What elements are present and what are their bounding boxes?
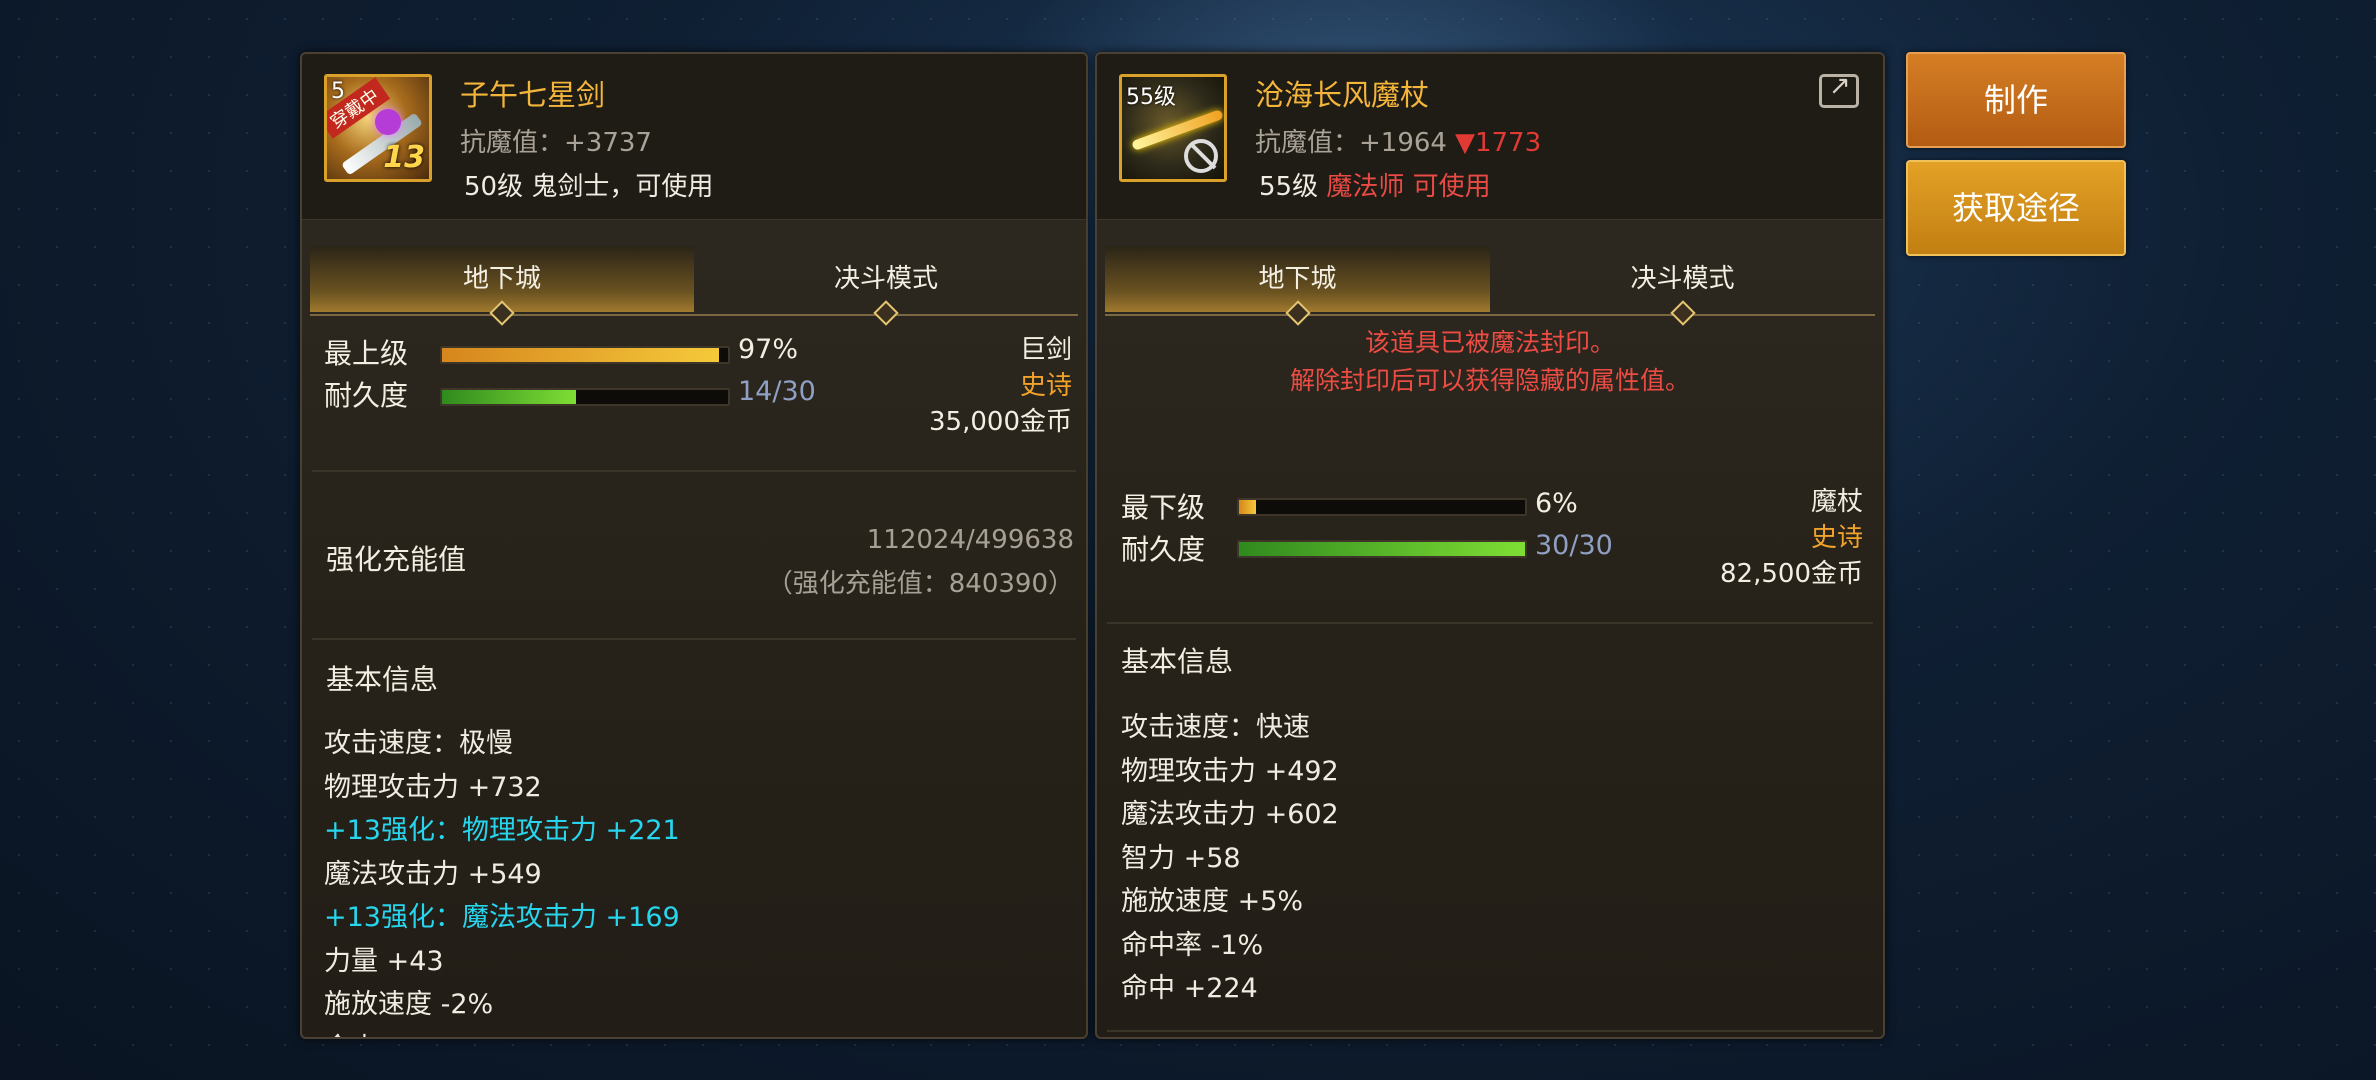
stat-line-enhance: +13强化：物理攻击力 +221 — [324, 815, 680, 846]
grade-bar-fill — [442, 348, 720, 362]
divider — [1107, 1030, 1873, 1032]
stat-line: 魔法攻击力 +602 — [1121, 799, 1339, 830]
item-type: 巨剑 — [1019, 335, 1072, 365]
basic-info-title: 基本信息 — [1121, 645, 1234, 678]
grade-label: 最下级 — [1121, 491, 1206, 524]
grade-bar — [440, 346, 730, 364]
divider — [312, 638, 1076, 640]
stat-line: 智力 +58 — [1121, 842, 1241, 874]
item-requirement: 50级 鬼剑士，可使用 — [464, 172, 714, 202]
stat-line-enhance: +13强化：魔法攻击力 +169 — [324, 902, 680, 933]
tab-marker-icon — [1284, 300, 1311, 326]
stat-list: 攻击速度：极慢 物理攻击力 +732 +13强化：物理攻击力 +221 魔法攻击… — [324, 722, 680, 1038]
tab-duel[interactable]: 决斗模式 — [1490, 246, 1875, 326]
icon-level-text: 55级 — [1126, 85, 1176, 110]
tab-duel[interactable]: 决斗模式 — [694, 246, 1078, 326]
durability-bar — [440, 388, 730, 406]
item-price: 35,000金币 — [929, 407, 1072, 437]
item-rarity: 史诗 — [1810, 523, 1863, 553]
mode-tabs: 地下城 决斗模式 — [310, 246, 1078, 326]
grade-value: 6% — [1535, 488, 1578, 519]
share-icon[interactable] — [1819, 71, 1859, 108]
tab-dungeon-label: 地下城 — [1258, 264, 1337, 294]
tab-dungeon[interactable]: 地下城 — [310, 246, 694, 326]
seal-line-1: 该道具已被魔法封印。 — [1364, 328, 1615, 357]
sealed-icon — [1184, 139, 1218, 173]
stat-line: 施放速度 -2% — [324, 989, 494, 1020]
stat-line: 魔法攻击力 +549 — [324, 858, 542, 890]
durability-bar-fill — [1239, 542, 1525, 556]
sword-icon[interactable]: 5 穿戴中 13 — [324, 74, 432, 182]
grade-bar-fill — [1239, 500, 1257, 514]
stat-line: 施放速度 +5% — [1121, 886, 1304, 917]
seal-line-2: 解除封印后可以获得隐藏的属性值。 — [1289, 366, 1690, 395]
requirement-level: 55级 — [1259, 172, 1319, 202]
item-rarity: 史诗 — [1019, 371, 1072, 401]
tab-dungeon[interactable]: 地下城 — [1105, 246, 1490, 326]
grade-label: 最上级 — [324, 337, 409, 370]
stat-line: 命中 +224 — [1121, 973, 1258, 1004]
tab-marker-icon — [1669, 300, 1696, 326]
tab-dungeon-label: 地下城 — [462, 264, 541, 294]
divider — [1107, 622, 1873, 624]
tab-marker-icon — [873, 300, 899, 326]
item-name: 沧海长风魔杖 — [1255, 78, 1430, 112]
stat-line: 力量 +43 — [324, 945, 444, 977]
durability-bar — [1237, 540, 1527, 558]
enhance-progress: 112024/499638 — [866, 525, 1074, 555]
item-type: 魔杖 — [1810, 487, 1863, 517]
seal-message: 该道具已被魔法封印。 解除封印后可以获得隐藏的属性值。 — [1097, 324, 1883, 400]
stat-line: 命中 +214 — [324, 1027, 680, 1038]
enhance-values: 112024/499638 （强化充能值：840390） — [767, 518, 1074, 606]
magic-resist: 抗魔值：+1964 ▼1773 — [1255, 122, 1541, 159]
enhance-label: 强化充能值 — [326, 543, 467, 576]
grade-bar — [1237, 498, 1527, 516]
stat-line: 攻击速度：极慢 — [324, 728, 513, 759]
equipped-item-panel: 5 穿戴中 13 子午七星剑 抗魔值：+3737 50级 鬼剑士，可使用 地下城… — [300, 52, 1088, 1039]
item-price: 82,500金币 — [1720, 559, 1863, 589]
durability-value: 30/30 — [1535, 530, 1613, 561]
item-requirement: 55级 魔法师 可使用 — [1259, 166, 1491, 203]
magic-resist: 抗魔值：+3737 — [460, 128, 652, 158]
stat-line: 物理攻击力 +492 — [1121, 755, 1339, 787]
durability-label: 耐久度 — [324, 379, 409, 412]
requirement-class: 魔法师 可使用 — [1326, 172, 1491, 202]
staff-icon[interactable]: 55级 — [1119, 74, 1227, 182]
durability-bar-fill — [442, 390, 577, 404]
gem-graphic — [375, 109, 401, 135]
tab-duel-label: 决斗模式 — [833, 264, 938, 294]
item-meta: 魔杖 史诗 82,500金币 — [1720, 484, 1863, 592]
enhance-level-badge: 13 — [383, 140, 425, 175]
stat-line: 命中率 -1% — [1121, 929, 1264, 961]
item-meta: 巨剑 史诗 35,000金币 — [929, 332, 1072, 440]
durability-value: 14/30 — [738, 376, 816, 407]
compare-item-panel: 55级 沧海长风魔杖 抗魔值：+1964▼1773 55级 魔法师 可使用 地下… — [1095, 52, 1885, 1039]
enhance-total: （强化充能值：840390） — [766, 569, 1074, 599]
mode-tabs: 地下城 决斗模式 — [1105, 246, 1875, 326]
magic-resist-diff: ▼1773 — [1454, 128, 1542, 158]
tab-duel-label: 决斗模式 — [1630, 264, 1735, 294]
item-name: 子午七星剑 — [460, 78, 606, 112]
grade-value: 97% — [738, 334, 799, 365]
stat-line: 物理攻击力 +732 — [324, 771, 542, 803]
stat-line: 攻击速度：快速 — [1121, 712, 1310, 743]
stat-list: 攻击速度：快速 物理攻击力 +492 魔法攻击力 +602 智力 +58 施放速… — [1121, 706, 1339, 1011]
durability-label: 耐久度 — [1121, 533, 1206, 566]
magic-resist-value: 抗魔值：+1964 — [1255, 128, 1447, 158]
item-header: 5 穿戴中 13 子午七星剑 抗魔值：+3737 50级 鬼剑士，可使用 — [302, 54, 1086, 220]
make-button[interactable]: 制作 — [1906, 52, 2126, 148]
item-header: 55级 沧海长风魔杖 抗魔值：+1964 ▼1773 55级 魔法师 可使用 — [1097, 54, 1883, 220]
obtain-method-button[interactable]: 获取途径 — [1906, 160, 2126, 256]
tab-marker-icon — [489, 300, 515, 326]
divider — [312, 470, 1076, 472]
basic-info-title: 基本信息 — [326, 663, 439, 696]
